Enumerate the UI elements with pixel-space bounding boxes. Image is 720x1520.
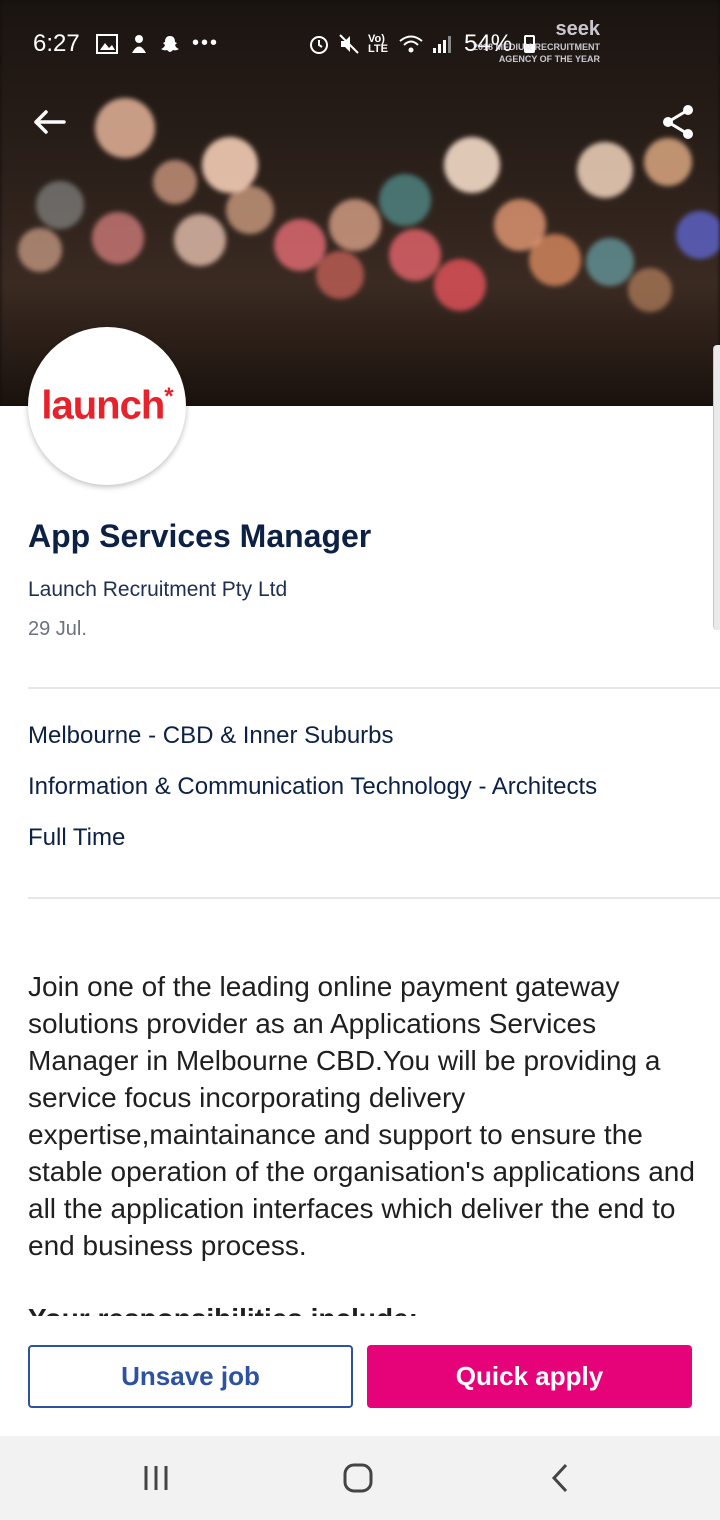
- seek-tagline-2: AGENCY OF THE YEAR: [498, 54, 600, 64]
- volte-icon: Vo) LTE: [368, 33, 388, 55]
- share-button[interactable]: [656, 100, 700, 144]
- company-name[interactable]: Launch Recruitment Pty Ltd: [28, 578, 287, 602]
- share-icon: [663, 105, 693, 139]
- company-logo-mark: *: [164, 383, 173, 411]
- status-bar: 6:27 ••• Vo) LTE 54% seek 2018 MEDIUM RE…: [0, 0, 720, 90]
- job-description: Join one of the leading online payment g…: [28, 971, 695, 1261]
- status-time: 6:27: [33, 30, 80, 57]
- company-logo: launch*: [28, 327, 186, 485]
- back-button[interactable]: [28, 100, 72, 144]
- person-icon: [132, 34, 146, 53]
- seek-logo: seek: [555, 18, 601, 40]
- job-classification: Information & Communication Technology -…: [28, 773, 598, 800]
- seek-tagline-1: 2018 MEDIUM RECRUITMENT: [472, 42, 600, 52]
- home-button[interactable]: [336, 1456, 380, 1500]
- action-bar: Unsave job Quick apply: [0, 1320, 720, 1436]
- recent-apps-button[interactable]: [134, 1456, 178, 1500]
- gallery-icon: [96, 33, 118, 54]
- divider: [28, 897, 720, 899]
- wifi-icon: [399, 35, 423, 53]
- recent-apps-icon: [144, 1466, 168, 1490]
- unsave-job-button[interactable]: Unsave job: [28, 1345, 353, 1408]
- company-logo-text: launch: [41, 383, 165, 428]
- arrow-left-icon: [34, 110, 66, 134]
- home-icon: [343, 1463, 373, 1493]
- seek-brand-watermark: seek 2018 MEDIUM RECRUITMENT AGENCY OF T…: [450, 18, 600, 65]
- job-title: App Services Manager: [28, 518, 372, 554]
- quick-apply-button[interactable]: Quick apply: [367, 1345, 692, 1408]
- responsibilities-heading: Your responsibilities include:: [28, 1300, 418, 1316]
- mute-icon: [339, 34, 359, 54]
- system-navigation-bar: [0, 1436, 720, 1520]
- job-work-type: Full Time: [28, 824, 126, 851]
- nav-back-button[interactable]: [538, 1456, 582, 1500]
- more-notifications-icon: •••: [192, 32, 220, 54]
- job-location: Melbourne - CBD & Inner Suburbs: [28, 722, 394, 749]
- alarm-icon: [310, 36, 328, 54]
- snapchat-icon: [161, 35, 179, 52]
- posted-date: 29 Jul.: [28, 618, 87, 640]
- signal-icon: [433, 36, 451, 53]
- scroll-indicator[interactable]: [713, 345, 720, 630]
- nav-back-icon: [551, 1463, 568, 1493]
- divider: [28, 687, 720, 689]
